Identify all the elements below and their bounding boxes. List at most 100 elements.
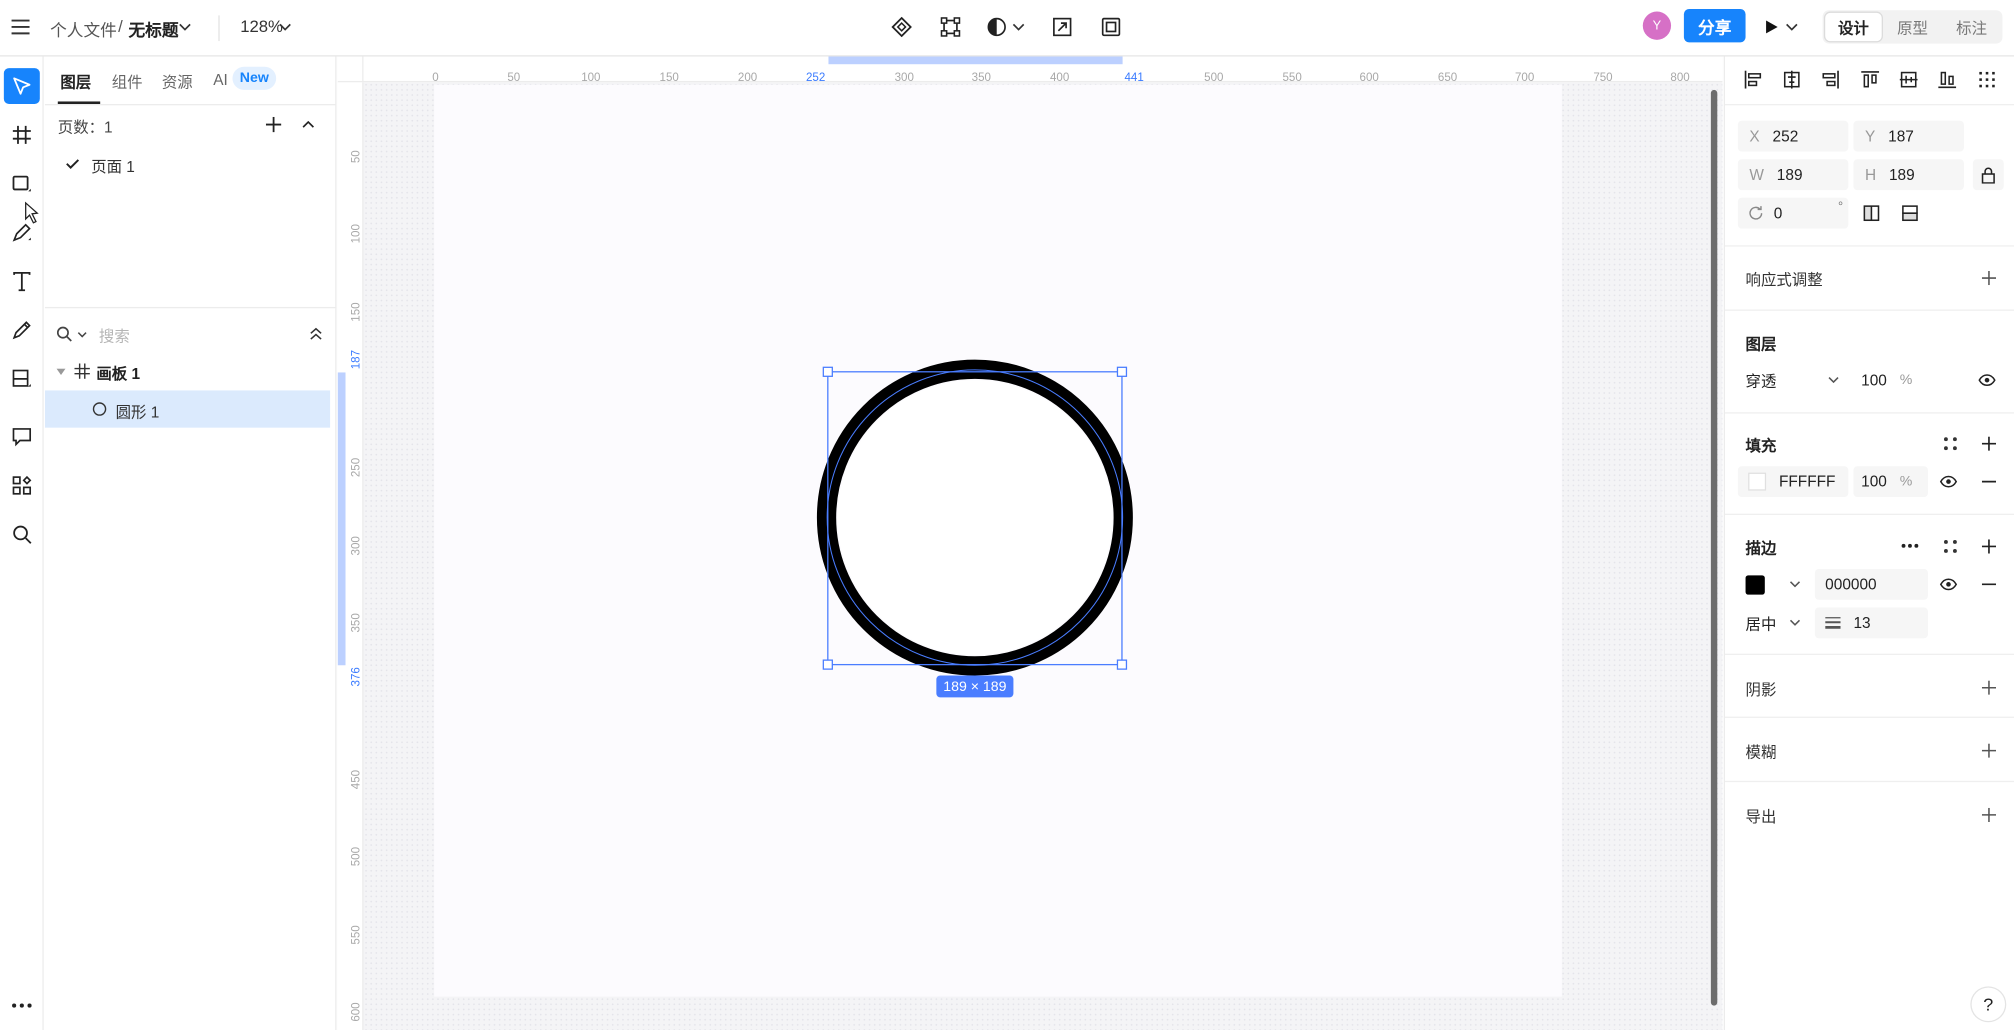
remove-stroke-icon[interactable] bbox=[1979, 575, 1997, 593]
align-center-h-icon[interactable] bbox=[1782, 69, 1803, 90]
more-icon[interactable] bbox=[1900, 537, 1921, 555]
blend-mode-select[interactable]: 穿透 bbox=[1737, 364, 1849, 396]
layer-opacity-value[interactable]: 100 bbox=[1861, 371, 1887, 389]
stroke-styles-icon[interactable] bbox=[1941, 537, 1959, 555]
stroke-color-select[interactable] bbox=[1737, 568, 1810, 600]
resize-handle[interactable] bbox=[822, 366, 833, 377]
stroke-width-field[interactable]: 13 bbox=[1814, 607, 1928, 639]
stroke-align-value: 居中 bbox=[1745, 614, 1777, 633]
eye-icon[interactable] bbox=[1977, 371, 1998, 389]
align-right-icon[interactable] bbox=[1820, 69, 1841, 90]
fill-hex-value[interactable]: FFFFFF bbox=[1779, 473, 1835, 491]
align-bottom-icon[interactable] bbox=[1937, 69, 1958, 90]
eye-icon[interactable] bbox=[1938, 473, 1959, 491]
add-responsive-icon[interactable] bbox=[1979, 268, 1997, 286]
ruler-tick: 300 bbox=[894, 70, 914, 84]
vertical-scrollbar[interactable] bbox=[1710, 89, 1718, 1006]
ruler-tick: 700 bbox=[1514, 70, 1535, 84]
y-field[interactable]: Y 187 bbox=[1853, 120, 1964, 152]
divider bbox=[1725, 513, 2014, 515]
stroke-section-title: 描边 bbox=[1745, 539, 1777, 558]
ruler-selection-range bbox=[828, 56, 1123, 65]
fill-opacity-value[interactable]: 100 bbox=[1861, 473, 1887, 491]
stroke-align-select[interactable]: 居中 bbox=[1737, 607, 1810, 639]
ruler-tick: 600 bbox=[349, 1002, 363, 1022]
ruler-tick: 0 bbox=[432, 70, 439, 84]
ruler-tick: 750 bbox=[1593, 70, 1613, 84]
eye-icon[interactable] bbox=[1938, 575, 1959, 593]
add-stroke-icon[interactable] bbox=[1979, 537, 1997, 555]
ruler-tick: 100 bbox=[349, 224, 363, 244]
fill-swatch[interactable] bbox=[1748, 472, 1767, 491]
remove-fill-icon[interactable] bbox=[1979, 473, 1997, 491]
ruler-tick-selected: 441 bbox=[1124, 70, 1144, 84]
fill-color-field[interactable]: FFFFFF bbox=[1737, 466, 1849, 498]
width-field[interactable]: W 189 bbox=[1737, 159, 1849, 191]
add-blur-icon[interactable] bbox=[1979, 741, 1997, 759]
stroke-swatch[interactable] bbox=[1745, 574, 1765, 594]
ruler-tick-selected: 376 bbox=[349, 667, 363, 687]
align-top-icon[interactable] bbox=[1860, 69, 1881, 90]
stroke-width-value[interactable]: 13 bbox=[1853, 614, 1870, 632]
chevron-down-icon bbox=[1789, 619, 1801, 627]
circle-fill bbox=[837, 380, 1113, 655]
chevron-down-icon bbox=[1828, 376, 1840, 384]
x-field[interactable]: X 252 bbox=[1737, 120, 1849, 152]
w-label: W bbox=[1749, 165, 1764, 184]
stroke-weight-icon bbox=[1825, 616, 1841, 629]
align-left-icon[interactable] bbox=[1743, 69, 1764, 90]
blur-section-title: 模糊 bbox=[1745, 743, 1777, 762]
y-value[interactable]: 187 bbox=[1888, 127, 1914, 145]
x-label: X bbox=[1749, 127, 1760, 146]
ruler-tick: 100 bbox=[581, 70, 601, 84]
ruler-tick: 550 bbox=[1282, 70, 1302, 84]
horizontal-ruler: 0 50 100 150 200 252 300 350 400 441 500… bbox=[337, 56, 1723, 84]
stroke-hex-field[interactable]: 000000 bbox=[1814, 568, 1928, 600]
flip-horizontal-icon[interactable] bbox=[1861, 203, 1882, 224]
properties-panel: X 252 Y 187 W 189 H 189 0 ° 响应式调整 图层 穿透 … bbox=[1723, 56, 2014, 1030]
ruler-tick-selected: 187 bbox=[349, 349, 363, 370]
align-center-v-icon[interactable] bbox=[1898, 69, 1919, 90]
h-label: H bbox=[1865, 165, 1877, 184]
height-field[interactable]: H 189 bbox=[1853, 159, 1964, 191]
add-shadow-icon[interactable] bbox=[1979, 678, 1997, 696]
add-export-icon[interactable] bbox=[1979, 805, 1997, 823]
fill-styles-icon[interactable] bbox=[1941, 434, 1959, 452]
lock-ratio-icon[interactable] bbox=[1972, 159, 2004, 191]
vertical-ruler: 50 100 150 187 250 300 350 376 450 500 5… bbox=[337, 82, 364, 1030]
resize-handle[interactable] bbox=[822, 659, 833, 670]
resize-handle[interactable] bbox=[1116, 366, 1128, 377]
ruler-tick: 250 bbox=[349, 457, 363, 478]
ruler-tick: 300 bbox=[349, 536, 363, 556]
ruler-tick: 150 bbox=[349, 302, 363, 322]
divider bbox=[1725, 716, 2014, 718]
ruler-tick: 400 bbox=[1050, 70, 1070, 84]
rotation-field[interactable]: 0 ° bbox=[1737, 197, 1849, 229]
h-value[interactable]: 189 bbox=[1889, 166, 1915, 184]
ruler-tick: 50 bbox=[507, 70, 521, 84]
ruler-tick: 500 bbox=[349, 846, 363, 867]
layer-opacity-field[interactable]: 100 % bbox=[1853, 364, 1928, 396]
divider bbox=[1725, 104, 2014, 106]
rotation-value[interactable]: 0 bbox=[1774, 204, 1783, 222]
divider bbox=[1725, 309, 2014, 311]
size-badge: 189 × 189 bbox=[936, 675, 1014, 698]
layer-section-title: 图层 bbox=[1745, 335, 1777, 354]
ruler-tick: 500 bbox=[1204, 70, 1224, 84]
x-value[interactable]: 252 bbox=[1773, 127, 1799, 145]
divider bbox=[1725, 412, 2014, 414]
fill-opacity-field[interactable]: 100 % bbox=[1853, 466, 1928, 498]
stroke-hex-value[interactable]: 000000 bbox=[1825, 575, 1876, 593]
degree-symbol: ° bbox=[1838, 200, 1844, 215]
flip-vertical-icon[interactable] bbox=[1900, 203, 1921, 224]
resize-handle[interactable] bbox=[1116, 659, 1128, 670]
add-fill-icon[interactable] bbox=[1979, 434, 1997, 452]
ruler-tick: 650 bbox=[1437, 70, 1458, 84]
divider bbox=[1725, 780, 2014, 783]
distribute-icon[interactable] bbox=[1977, 69, 1998, 90]
rotate-icon bbox=[1748, 205, 1763, 220]
w-value[interactable]: 189 bbox=[1777, 166, 1803, 184]
help-icon[interactable]: ? bbox=[1971, 987, 2006, 1022]
ruler-tick: 200 bbox=[737, 70, 758, 84]
fill-section-title: 填充 bbox=[1745, 436, 1777, 455]
